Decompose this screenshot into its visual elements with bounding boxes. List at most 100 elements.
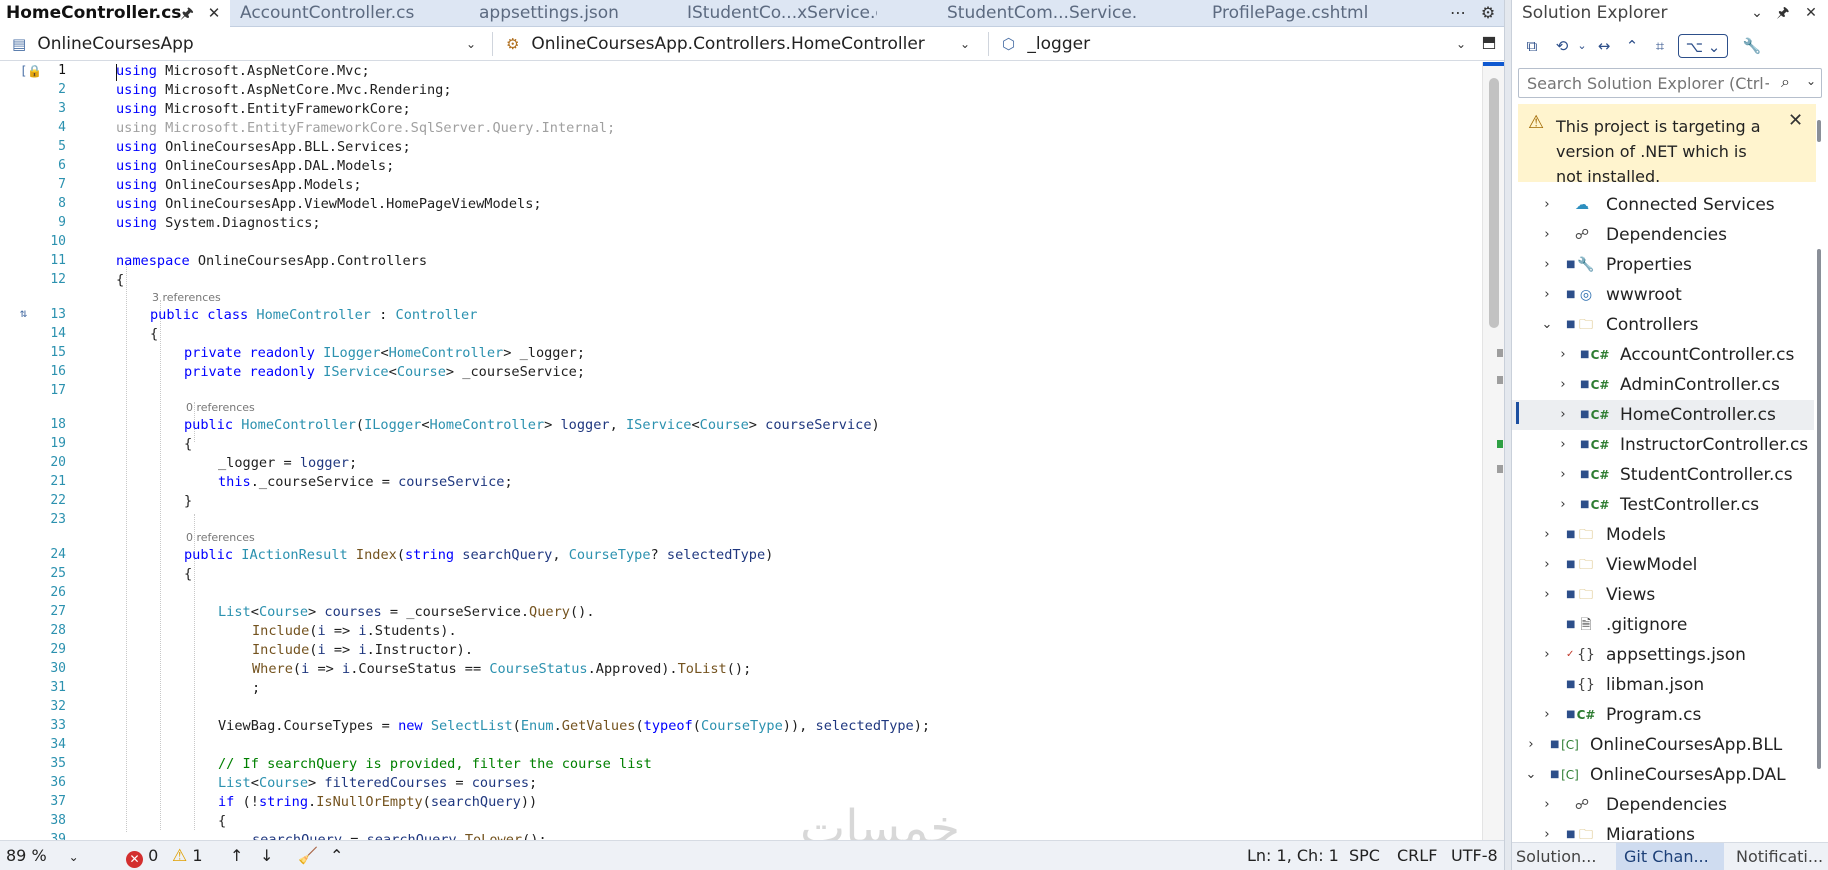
scrollbar-thumb[interactable] [1489,78,1499,328]
search-icon[interactable]: ⌕ [1781,72,1790,92]
pin-icon[interactable]: 🖈 [1772,2,1794,24]
member-dropdown[interactable]: ⬡ _logger ⌄ [1002,31,1472,57]
zoom-dropdown[interactable]: 89 % ⌄ [6,841,79,870]
chevron-right-icon[interactable]: › [1556,460,1570,490]
tree-item-viewmodel[interactable]: › ■ 🗀 ViewModel [1512,550,1814,580]
codelens-references[interactable]: 0 references [186,400,255,416]
tree-item-project-bll[interactable]: › ■ [C] OnlineCoursesApp.BLL [1512,730,1814,760]
chevron-down-icon[interactable]: ⌄ [1806,74,1816,88]
close-icon[interactable]: ✕ [1800,2,1822,24]
pin-icon[interactable]: 🖈 [176,2,198,24]
cursor-position[interactable]: Ln: 1, Ch: 1 [1247,841,1339,870]
tree-item-studentcontroller[interactable]: › ■ C# StudentController.cs [1512,460,1814,490]
switch-views-icon[interactable]: ⧉ [1520,34,1544,58]
line-number: 28 [50,623,66,638]
chevron-right-icon[interactable]: › [1540,220,1554,250]
scrollbar-thumb[interactable] [1817,249,1821,769]
tree-item-accountcontroller[interactable]: › ■ C# AccountController.cs [1512,340,1814,370]
tree-item-instructorcontroller[interactable]: › ■ C# InstructorController.cs [1512,430,1814,460]
tree-item-controllers[interactable]: ⌄ ■ 🗀 Controllers [1512,310,1814,340]
chevron-down-icon[interactable]: ⌄ [1570,34,1594,58]
tree-item-admincontroller[interactable]: › ■ C# AdminController.cs [1512,370,1814,400]
tree-item-models[interactable]: › ■ 🗀 Models [1512,520,1814,550]
tree-item-dependencies[interactable]: › ☍ Dependencies [1512,220,1814,250]
tree-item-migrations[interactable]: › ■ 🗀 Migrations [1512,820,1814,840]
sync-with-document-icon[interactable]: ↔ [1592,34,1616,58]
code-cleanup-brush-icon[interactable]: 🧹 [298,841,318,870]
chevron-right-icon[interactable]: › [1540,790,1554,820]
chevron-right-icon[interactable]: › [1540,640,1554,670]
next-issue-arrow-icon[interactable]: ↓ [260,841,273,870]
tab-notifications[interactable]: Notificati... [1730,843,1826,870]
split-window-icon[interactable]: ⬒ [1478,31,1500,53]
tab-istudentservice[interactable]: IStudentCo...xService.cs [687,0,877,27]
tab-git-changes[interactable]: Git Chan... [1616,843,1724,870]
whitespace-mode[interactable]: SPC [1349,841,1380,870]
chevron-right-icon[interactable]: › [1556,430,1570,460]
outline-collapse-icon[interactable]: [🔒 [20,64,42,78]
inheritance-icon[interactable]: ⇅ [20,306,27,320]
chevron-down-icon[interactable]: ⌄ [1524,760,1538,790]
editor-vertical-scrollbar[interactable] [1482,62,1505,840]
tab-profilepage[interactable]: ProfilePage.cshtml [1212,0,1402,27]
chevron-right-icon[interactable]: › [1556,490,1570,520]
tree-item-libman[interactable]: ■{} libman.json [1512,670,1814,700]
more-tabs-icon[interactable]: ⋯ [1447,2,1469,24]
tab-accountcontroller[interactable]: AccountController.cs [240,0,430,27]
chevron-down-icon[interactable]: ⌄ [1746,2,1768,24]
solution-explorer-scrollbar[interactable] [1814,104,1824,804]
chevron-right-icon[interactable]: › [1556,370,1570,400]
chevron-right-icon[interactable]: › [1540,190,1554,220]
solution-search-input[interactable] [1519,69,1769,97]
codelens-references[interactable]: 3 references [152,290,221,306]
code-area[interactable]: [🔒 ⇅ 1 2 3 4 5 6 7 8 9 10 11 12 13 14 15 16 17 18 19 20 21 22… [0,62,1504,840]
type-dropdown[interactable]: ⚙ OnlineCoursesApp.Controllers.HomeContr… [506,31,976,57]
pane-splitter[interactable] [1504,0,1512,870]
chevron-right-icon[interactable]: › [1556,340,1570,370]
tree-item-program[interactable]: › ■ C# Program.cs [1512,700,1814,730]
tree-item-properties[interactable]: › ■ 🔧 Properties [1512,250,1814,280]
tree-item-appsettings[interactable]: › ✓{} appsettings.json [1512,640,1814,670]
tab-studentservice[interactable]: StudentCom...Service.cs [947,0,1137,27]
chevron-up-icon[interactable]: ⌃ [330,841,343,870]
scrollbar-thumb[interactable] [1817,120,1821,142]
tree-item-testcontroller[interactable]: › ■ C# TestController.cs [1512,490,1814,520]
file-encoding[interactable]: UTF-8 [1451,841,1498,870]
chevron-right-icon[interactable]: › [1524,730,1538,760]
chevron-right-icon[interactable]: › [1540,520,1554,550]
codelens-references[interactable]: 0 references [186,530,255,546]
tab-homecontroller[interactable]: HomeController.cs 🖈 ✕ [0,0,230,28]
tree-item-views[interactable]: › ■ 🗀 Views [1512,580,1814,610]
tree-item-dal-dependencies[interactable]: › ☍ Dependencies [1512,790,1814,820]
error-count[interactable]: ✕ 0 [126,841,158,870]
chevron-right-icon[interactable]: › [1540,250,1554,280]
chevron-right-icon[interactable]: › [1540,700,1554,730]
warning-count[interactable]: ⚠ 1 [172,841,203,870]
settings-gear-icon[interactable]: ⚙ [1477,2,1499,24]
tree-item-connected-services[interactable]: › ☁ Connected Services [1512,190,1814,220]
tree-item-wwwroot[interactable]: › ■ ◎ wwwroot [1512,280,1814,310]
tab-appsettings[interactable]: appsettings.json [479,0,639,27]
close-icon[interactable]: ✕ [1788,110,1803,131]
tree-item-gitignore[interactable]: ■ 🗎 .gitignore [1512,610,1814,640]
divider [988,32,989,56]
previous-issue-arrow-icon[interactable]: ↑ [230,841,243,870]
solution-search-box[interactable]: ⌕ ⌄ [1518,68,1822,98]
chevron-right-icon[interactable]: › [1556,400,1570,430]
close-icon[interactable]: ✕ [203,2,225,24]
chevron-right-icon[interactable]: › [1540,580,1554,610]
chevron-right-icon[interactable]: › [1540,280,1554,310]
code-line: if (!string.IsNullOrEmpty(searchQuery)) [218,794,538,810]
tree-item-homecontroller[interactable]: › ■ C# HomeController.cs [1512,400,1814,430]
properties-wrench-icon[interactable]: 🔧 [1740,34,1764,58]
tree-item-project-dal[interactable]: ⌄ ■ [C] OnlineCoursesApp.DAL [1512,760,1814,790]
pending-changes-filter-icon[interactable]: ⌥ ⌄ [1678,34,1728,58]
show-all-files-icon[interactable]: ⌗ [1648,34,1672,58]
line-endings[interactable]: CRLF [1397,841,1437,870]
chevron-right-icon[interactable]: › [1540,550,1554,580]
tab-solution-explorer[interactable]: Solution... [1516,843,1616,870]
project-dropdown[interactable]: ▤ OnlineCoursesApp ⌄ [12,31,482,57]
collapse-all-icon[interactable]: ⌃ [1620,34,1644,58]
chevron-down-icon[interactable]: ⌄ [1540,310,1554,340]
chevron-right-icon[interactable]: › [1540,820,1554,840]
